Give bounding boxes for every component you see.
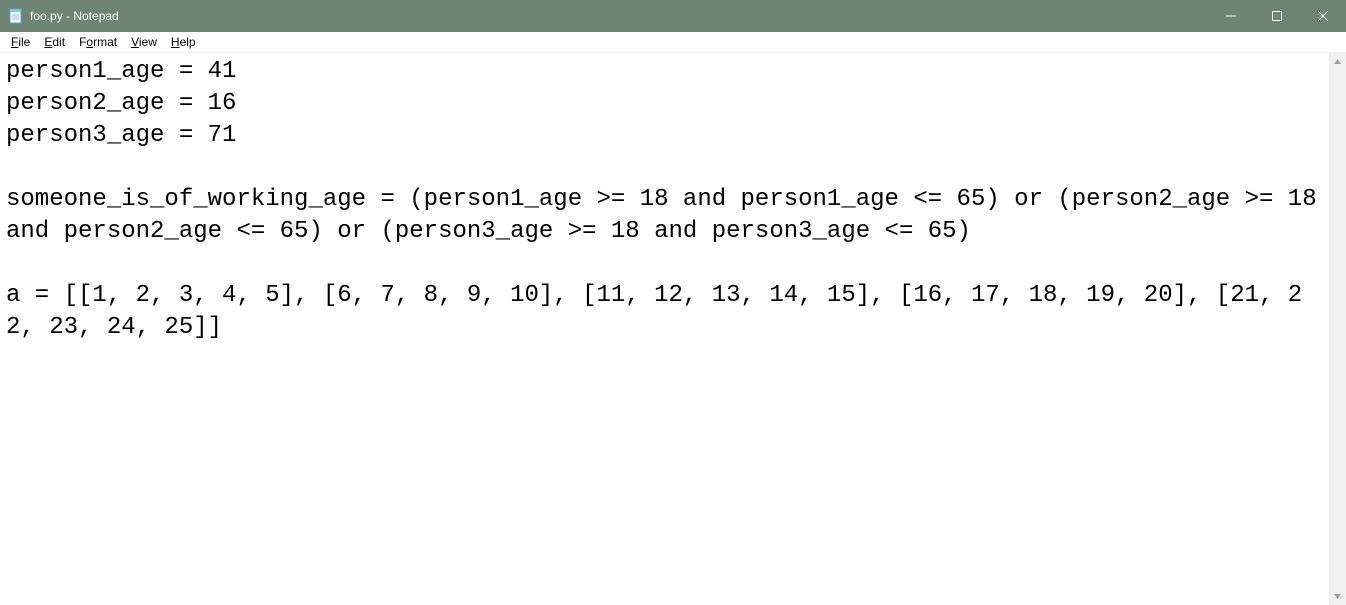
maximize-button[interactable]: [1254, 0, 1300, 32]
editor-area: person1_age = 41 person2_age = 16 person…: [0, 53, 1346, 605]
menu-format[interactable]: Format: [72, 33, 124, 51]
menu-help[interactable]: Help: [164, 33, 203, 51]
close-button[interactable]: [1300, 0, 1346, 32]
scroll-down-arrow[interactable]: [1329, 588, 1346, 605]
titlebar[interactable]: foo.py - Notepad: [0, 0, 1346, 32]
scroll-up-arrow[interactable]: [1329, 53, 1346, 70]
menu-file[interactable]: File: [4, 33, 37, 51]
vertical-scrollbar[interactable]: [1329, 53, 1346, 605]
notepad-icon: [8, 8, 24, 24]
menu-view[interactable]: View: [124, 33, 164, 51]
menubar: File Edit Format View Help: [0, 32, 1346, 53]
window-title: foo.py - Notepad: [30, 9, 119, 23]
minimize-button[interactable]: [1208, 0, 1254, 32]
text-editor[interactable]: person1_age = 41 person2_age = 16 person…: [0, 53, 1329, 605]
menu-edit[interactable]: Edit: [37, 33, 72, 51]
